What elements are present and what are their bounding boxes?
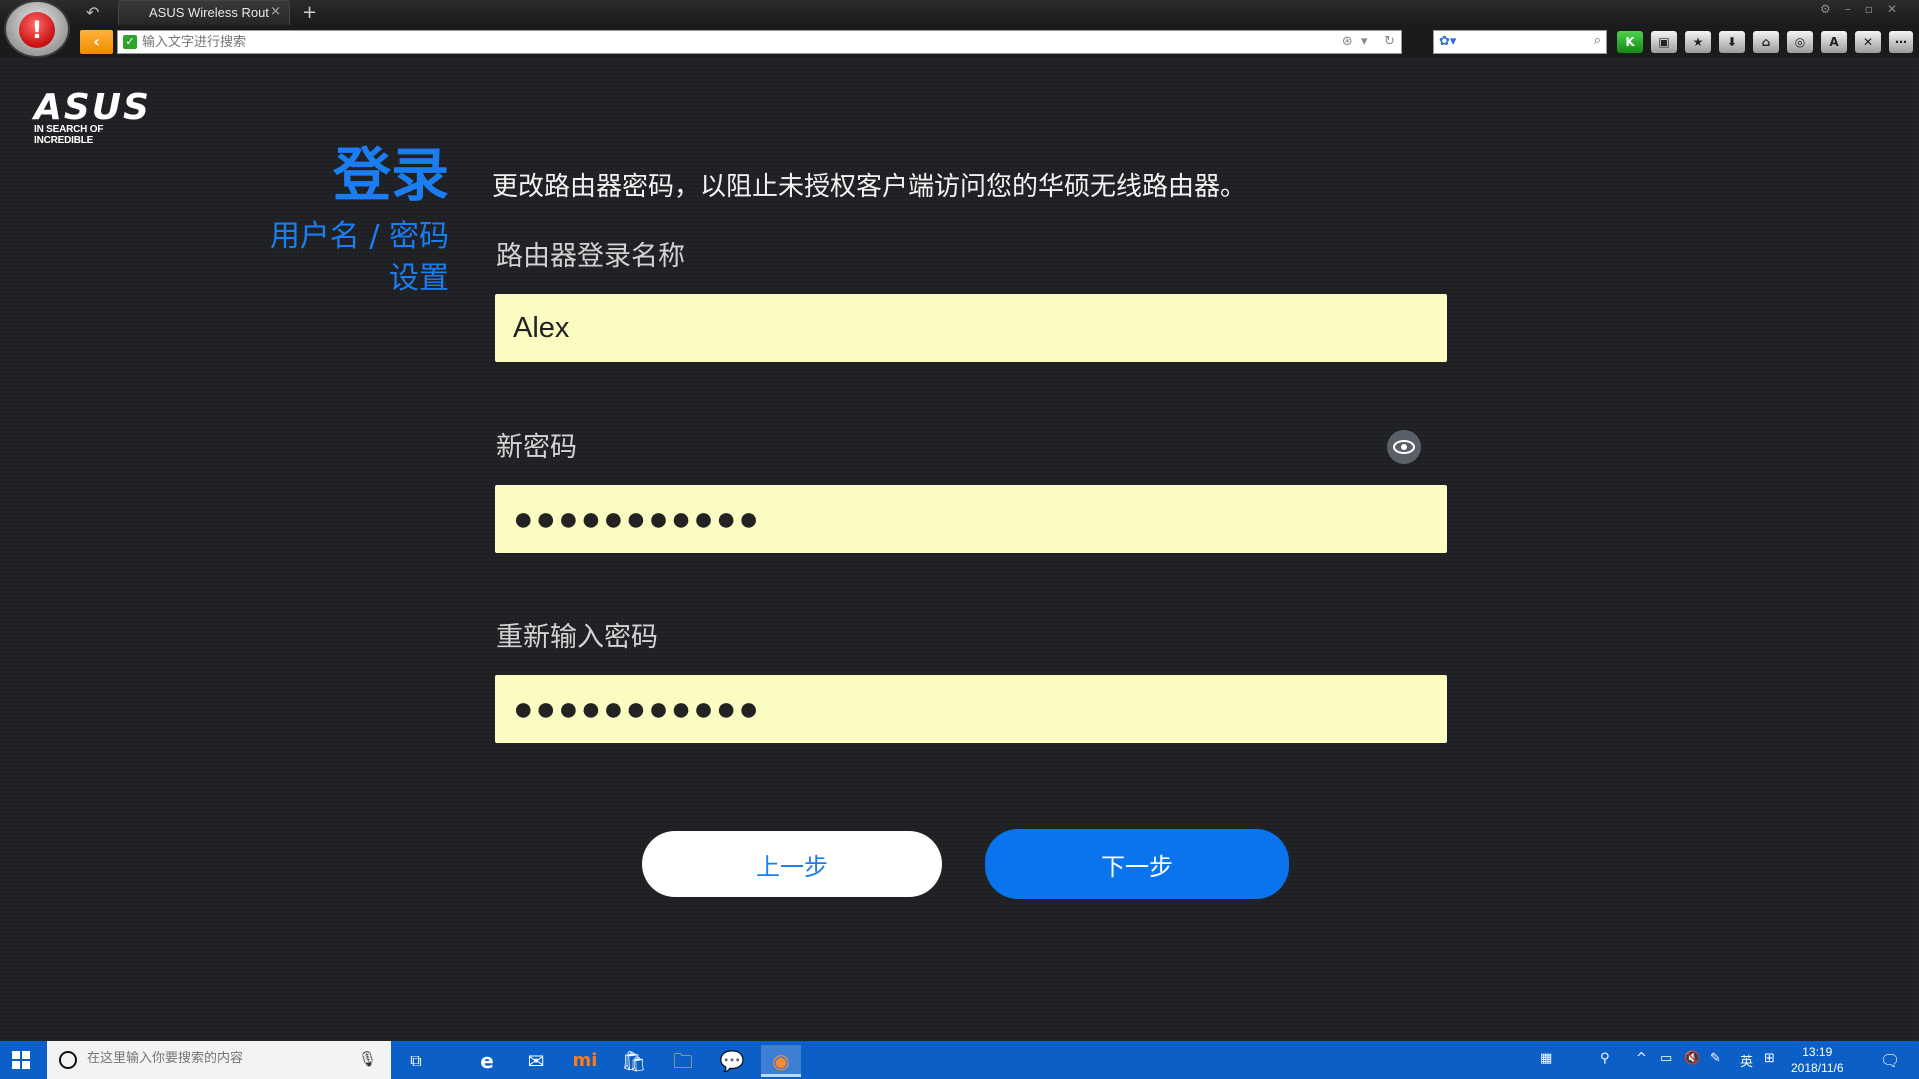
address-bar-row: ‹ ✓ ⊛ ▾ ↻ ✿▾ ⌕ K ▣ ★ ⬇ ⌂ ◎ A ✕ ⋯ xyxy=(0,27,1919,58)
browser-title-bar: ↶ ASUS Wireless Rout × + ⚙–▫✕ xyxy=(0,0,1919,27)
eye-icon xyxy=(1393,440,1415,454)
pen-icon[interactable]: ✎ xyxy=(1710,1051,1721,1066)
new-password-input[interactable]: ●●●●●●●●●●● xyxy=(495,485,1447,553)
secure-check-icon: ✓ xyxy=(123,35,137,49)
show-password-eye-icon[interactable] xyxy=(1387,430,1421,464)
next-step-button[interactable]: 下一步 xyxy=(985,829,1289,899)
kaspersky-icon[interactable]: K xyxy=(1617,31,1643,53)
more-icon[interactable]: ⋯ xyxy=(1889,31,1913,53)
file-explorer-icon[interactable]: 🗀 xyxy=(663,1045,703,1077)
username-input[interactable] xyxy=(495,294,1447,362)
show-hidden-icons[interactable]: ^ xyxy=(1636,1051,1647,1066)
wechat-icon[interactable]: 💬 xyxy=(712,1045,752,1077)
taskbar-search[interactable]: 🎙 xyxy=(47,1041,391,1079)
compat-mode-icon[interactable]: ⊛ xyxy=(1342,34,1353,49)
window-controls[interactable]: ⚙–▫✕ xyxy=(1820,2,1911,16)
windows-start-icon[interactable] xyxy=(12,1051,30,1069)
address-bar[interactable]: ✓ ⊛ ▾ ↻ xyxy=(117,30,1402,54)
new-tab-button[interactable]: + xyxy=(302,2,317,23)
download-icon[interactable]: ⬇ xyxy=(1719,31,1745,53)
task-view-icon[interactable]: ⧉ xyxy=(396,1045,436,1077)
search-box[interactable]: ✿▾ ⌕ xyxy=(1433,30,1607,54)
action-center-icon[interactable]: 🗨 xyxy=(1880,1051,1900,1070)
windows-taskbar: 🎙 ⧉ e ✉ mi 🛍 🗀 💬 ◉ ▦ ⚲ ^ ▭ 🔇 ✎ 英 ⊞ 13:19… xyxy=(0,1041,1919,1079)
new-password-label: 新密码 xyxy=(496,432,577,463)
lock-icon[interactable]: ▣ xyxy=(1651,31,1677,53)
edge-icon[interactable]: e xyxy=(467,1045,507,1077)
ime-mode-icon[interactable]: ⊞ xyxy=(1764,1051,1775,1066)
router-setup-page: ASUS IN SEARCH OF INCREDIBLE 登录 用户名 / 密码… xyxy=(0,58,1919,1041)
page-subtitle-line1: 用户名 / 密码 xyxy=(269,219,449,254)
asus-wordmark: ASUS xyxy=(34,87,151,128)
dropdown-icon[interactable]: ▾ xyxy=(1361,34,1368,49)
tools-x-icon[interactable]: ✕ xyxy=(1855,31,1881,53)
back-button[interactable]: ‹ xyxy=(80,30,113,54)
confirm-password-label: 重新输入密码 xyxy=(496,622,658,653)
tab-title: ASUS Wireless Rout xyxy=(149,5,269,20)
address-tools[interactable]: ⊛ ▾ ↻ xyxy=(1342,34,1395,49)
search-icon[interactable]: ⌕ xyxy=(1594,33,1601,48)
taskbar-search-input[interactable] xyxy=(87,1051,347,1066)
address-input[interactable] xyxy=(142,33,1242,51)
page-subtitle-line2: 设置 xyxy=(389,261,449,296)
microphone-icon[interactable]: 🎙 xyxy=(358,1050,377,1068)
previous-step-button[interactable]: 上一步 xyxy=(642,831,942,897)
browser-tab[interactable]: ASUS Wireless Rout × xyxy=(118,0,290,25)
gamepad-icon[interactable]: ⌂ xyxy=(1753,31,1779,53)
cortana-icon xyxy=(59,1051,77,1069)
tab-close-icon[interactable]: × xyxy=(270,4,281,19)
star-icon[interactable]: ★ xyxy=(1685,31,1711,53)
username-label: 路由器登录名称 xyxy=(496,241,685,272)
people-icon[interactable]: ⚲ xyxy=(1600,1051,1610,1066)
baidu-paw-icon[interactable]: ✿▾ xyxy=(1439,34,1456,49)
font-a-icon[interactable]: A xyxy=(1821,31,1847,53)
browser-menu-button[interactable]: ! xyxy=(6,2,68,56)
calendar-tray-icon[interactable]: ▦ xyxy=(1540,1051,1552,1066)
page-subtitle: 用户名 / 密码 设置 xyxy=(189,216,449,300)
page-title: 登录 xyxy=(332,141,449,209)
undo-close-tab-icon[interactable]: ↶ xyxy=(86,3,99,22)
refresh-icon[interactable]: ↻ xyxy=(1384,34,1395,49)
clock-time: 13:19 xyxy=(1802,1045,1833,1059)
system-clock[interactable]: 13:19 2018/11/6 xyxy=(1791,1044,1844,1076)
clock-date: 2018/11/6 xyxy=(1791,1061,1844,1075)
network-icon[interactable]: ▭ xyxy=(1660,1051,1672,1066)
mail-icon[interactable]: ✉ xyxy=(516,1045,556,1077)
camera-icon[interactable]: ◎ xyxy=(1787,31,1813,53)
store-icon[interactable]: 🛍 xyxy=(614,1045,654,1077)
asus-logo: ASUS IN SEARCH OF INCREDIBLE xyxy=(34,87,164,147)
volume-muted-icon[interactable]: 🔇 xyxy=(1684,1051,1700,1066)
browser-taskbar-icon[interactable]: ◉ xyxy=(761,1045,801,1077)
mi-icon[interactable]: mi xyxy=(565,1045,605,1077)
confirm-password-input[interactable]: ●●●●●●●●●●● xyxy=(495,675,1447,743)
alert-icon: ! xyxy=(19,12,55,48)
page-description: 更改路由器密码，以阻止未授权客户端访问您的华硕无线路由器。 xyxy=(492,172,1247,202)
ime-language[interactable]: 英 xyxy=(1740,1051,1753,1070)
